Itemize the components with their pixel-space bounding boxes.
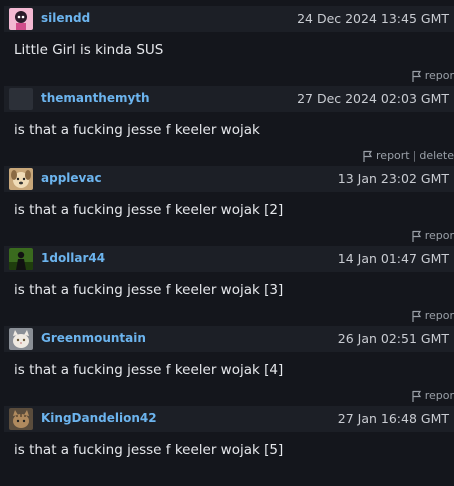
username-link[interactable]: silendd [41,11,90,25]
white-cat-avatar[interactable] [9,328,33,350]
username-link[interactable]: 1dollar44 [41,251,105,265]
pink-character-avatar[interactable] [9,8,33,30]
comment-item: applevac 13 Jan 23:02 GMT is that a fuck… [0,166,454,246]
comment-header: 1dollar44 14 Jan 01:47 GMT [4,246,454,272]
comment-text: is that a fucking jesse f keeler wojak [… [14,202,284,218]
comment-item: themanthemyth 27 Dec 2024 02:03 GMT is t… [0,86,454,166]
username-link[interactable]: Greenmountain [41,331,146,345]
comment-actions: repor [411,389,454,402]
comment-item: Greenmountain 26 Jan 02:51 GMT is that a… [0,326,454,406]
timestamp: 14 Jan 01:47 GMT [337,251,449,266]
action-separator: | [412,149,417,162]
comment-actions: repor [411,229,454,242]
comment-text: is that a fucking jesse f keeler wojak [… [14,362,284,378]
timestamp: 13 Jan 23:02 GMT [337,171,449,186]
username-link[interactable]: applevac [41,171,102,185]
comment-actions: repor [411,69,454,82]
comment-text: is that a fucking jesse f keeler wojak [… [14,282,284,298]
report-link[interactable]: repor [425,229,454,242]
report-link[interactable]: report [376,149,410,162]
tabby-cat-avatar[interactable] [9,408,33,430]
comment-text: is that a fucking jesse f keeler wojak [14,122,260,138]
flag-icon [412,310,421,322]
username-link[interactable]: themanthemyth [41,91,150,105]
report-link[interactable]: repor [425,309,454,322]
timestamp: 24 Dec 2024 13:45 GMT [297,11,449,26]
comment-header: Greenmountain 26 Jan 02:51 GMT [4,326,454,352]
gray-placeholder-avatar[interactable] [9,88,33,110]
comment-text: Little Girl is kinda SUS [14,42,164,58]
delete-link[interactable]: delete [419,149,454,162]
comment-text: is that a fucking jesse f keeler wojak [… [14,442,284,458]
username-link[interactable]: KingDandelion42 [41,411,157,425]
comment-header: KingDandelion42 27 Jan 16:48 GMT [4,406,454,432]
flag-icon [412,230,421,242]
flag-icon [412,70,421,82]
timestamp: 27 Jan 16:48 GMT [337,411,449,426]
comment-header: applevac 13 Jan 23:02 GMT [4,166,454,192]
green-figure-avatar[interactable] [9,248,33,270]
report-link[interactable]: repor [425,389,454,402]
flag-icon [412,390,421,402]
comment-header: silendd 24 Dec 2024 13:45 GMT [4,6,454,32]
comment-item: KingDandelion42 27 Jan 16:48 GMT is that… [0,406,454,486]
comment-actions: report | delete [362,149,454,162]
comment-actions: repor [411,309,454,322]
comment-item: silendd 24 Dec 2024 13:45 GMT Little Gir… [0,6,454,86]
dog-avatar[interactable] [9,168,33,190]
timestamp: 27 Dec 2024 02:03 GMT [297,91,449,106]
report-link[interactable]: repor [425,69,454,82]
comment-item: 1dollar44 14 Jan 01:47 GMT is that a fuc… [0,246,454,326]
flag-icon [363,150,373,162]
timestamp: 26 Jan 02:51 GMT [337,331,449,346]
comment-header: themanthemyth 27 Dec 2024 02:03 GMT [4,86,454,112]
